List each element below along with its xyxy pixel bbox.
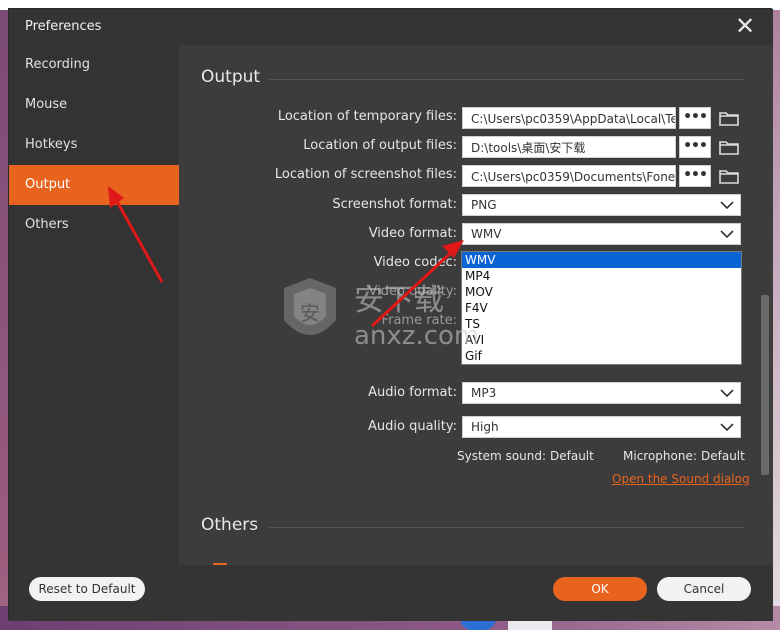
ok-button[interactable]: OK xyxy=(553,577,647,601)
chevron-down-icon xyxy=(720,389,734,398)
screenshot-format-value: PNG xyxy=(471,198,497,212)
others-divider xyxy=(269,527,745,528)
temp-files-field[interactable]: C:\Users\pc0359\AppData\Local\Te xyxy=(462,107,676,129)
video-format-option-mp4[interactable]: MP4 xyxy=(462,268,741,284)
screenshot-files-field[interactable]: C:\Users\pc0359\Documents\FoneI xyxy=(462,165,676,187)
output-divider xyxy=(269,79,745,80)
audio-format-label: Audio format: xyxy=(368,385,457,400)
sidebar-item-others[interactable]: Others xyxy=(9,205,179,245)
scrollbar-thumb[interactable] xyxy=(761,295,769,475)
folder-icon[interactable] xyxy=(719,168,739,184)
reset-to-default-button[interactable]: Reset to Default xyxy=(29,577,145,601)
dialog-title: Preferences xyxy=(25,19,102,34)
video-format-value: WMV xyxy=(471,227,502,241)
video-format-select[interactable]: WMV xyxy=(462,223,741,245)
video-format-option-ts[interactable]: TS xyxy=(462,316,741,332)
video-format-option-mov[interactable]: MOV xyxy=(462,284,741,300)
sidebar-item-hotkeys[interactable]: Hotkeys xyxy=(9,125,179,165)
system-sound-label: System sound: xyxy=(457,449,547,463)
browse-screenshot-button[interactable]: ••• xyxy=(679,165,711,187)
others-heading: Others xyxy=(201,515,259,535)
settings-panel: Output Location of temporary files: C:\U… xyxy=(179,45,773,565)
cancel-button[interactable]: Cancel xyxy=(657,577,751,601)
open-sound-dialog-link[interactable]: Open the Sound dialog xyxy=(612,472,750,486)
video-format-option-f4v[interactable]: F4V xyxy=(462,300,741,316)
browse-temp-button[interactable]: ••• xyxy=(679,107,711,129)
screenshot-files-label: Location of screenshot files: xyxy=(274,167,457,182)
audio-quality-select[interactable]: High xyxy=(462,416,741,438)
audio-format-select[interactable]: MP3 xyxy=(462,382,741,404)
system-sound-value: Default xyxy=(550,449,594,463)
microphone-value: Default xyxy=(701,449,745,463)
output-heading: Output xyxy=(201,67,261,87)
output-files-field[interactable]: D:\tools\桌面\安下载 xyxy=(462,136,676,158)
close-icon[interactable]: ✕ xyxy=(733,14,757,39)
video-format-option-gif[interactable]: Gif xyxy=(462,348,741,364)
frame-rate-label: Frame rate: xyxy=(381,313,457,328)
preferences-dialog: Preferences ✕ Recording Mouse Hotkeys Ou… xyxy=(8,8,773,621)
folder-icon[interactable] xyxy=(719,139,739,155)
audio-format-value: MP3 xyxy=(471,386,497,400)
chevron-down-icon xyxy=(720,201,734,210)
video-format-label: Video format: xyxy=(368,226,457,241)
chevron-down-icon xyxy=(720,230,734,239)
chevron-down-icon xyxy=(720,423,734,432)
audio-quality-label: Audio quality: xyxy=(368,419,457,434)
sidebar: Recording Mouse Hotkeys Output Others xyxy=(9,45,179,565)
browse-output-button[interactable]: ••• xyxy=(679,136,711,158)
video-format-option-wmv[interactable]: WMV xyxy=(462,252,741,268)
sidebar-item-recording[interactable]: Recording xyxy=(9,45,179,85)
sidebar-item-output[interactable]: Output xyxy=(9,165,179,205)
sidebar-item-mouse[interactable]: Mouse xyxy=(9,85,179,125)
screenshot-format-label: Screenshot format: xyxy=(332,197,457,212)
video-codec-label: Video codec: xyxy=(373,255,457,270)
screenshot-format-select[interactable]: PNG xyxy=(462,194,741,216)
audio-quality-value: High xyxy=(471,420,499,434)
video-quality-label: Video quality: xyxy=(368,284,457,299)
footer: Reset to Default OK Cancel xyxy=(9,565,773,621)
microphone-label: Microphone: xyxy=(623,449,697,463)
title-bar: Preferences ✕ xyxy=(9,9,773,45)
video-format-dropdown: WMV MP4 MOV F4V TS AVI Gif xyxy=(461,251,742,365)
output-files-label: Location of output files: xyxy=(303,138,457,153)
folder-icon[interactable] xyxy=(719,110,739,126)
video-format-option-avi[interactable]: AVI xyxy=(462,332,741,348)
temp-files-label: Location of temporary files: xyxy=(277,109,457,124)
